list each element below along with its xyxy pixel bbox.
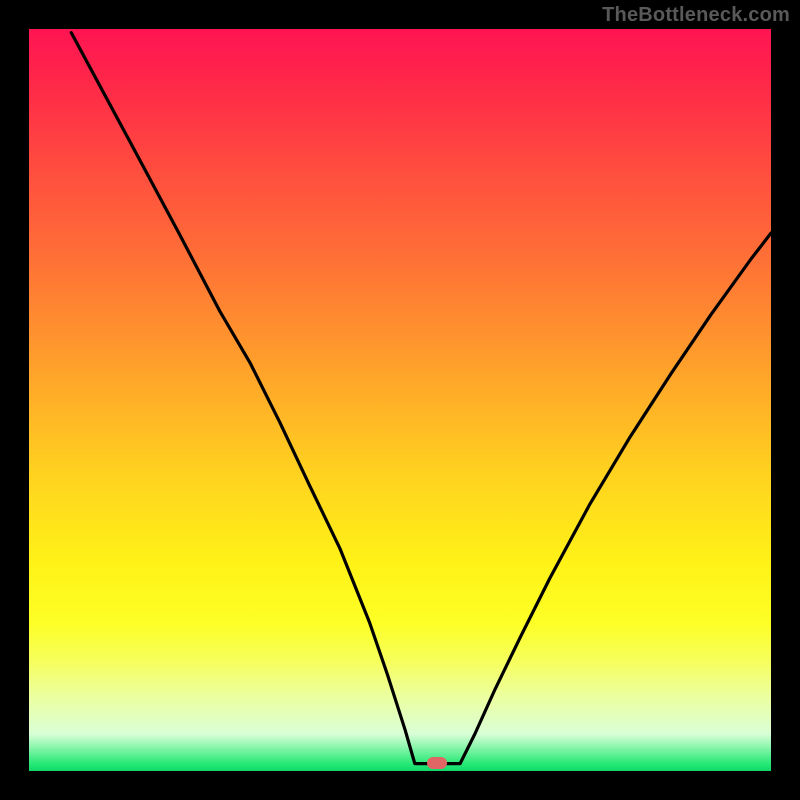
bottleneck-curve — [29, 29, 771, 771]
optimal-point-marker — [427, 757, 447, 769]
chart-frame: TheBottleneck.com — [0, 0, 800, 800]
bottleneck-curve-path — [71, 33, 771, 764]
watermark-text: TheBottleneck.com — [602, 4, 790, 27]
plot-area — [29, 29, 771, 771]
